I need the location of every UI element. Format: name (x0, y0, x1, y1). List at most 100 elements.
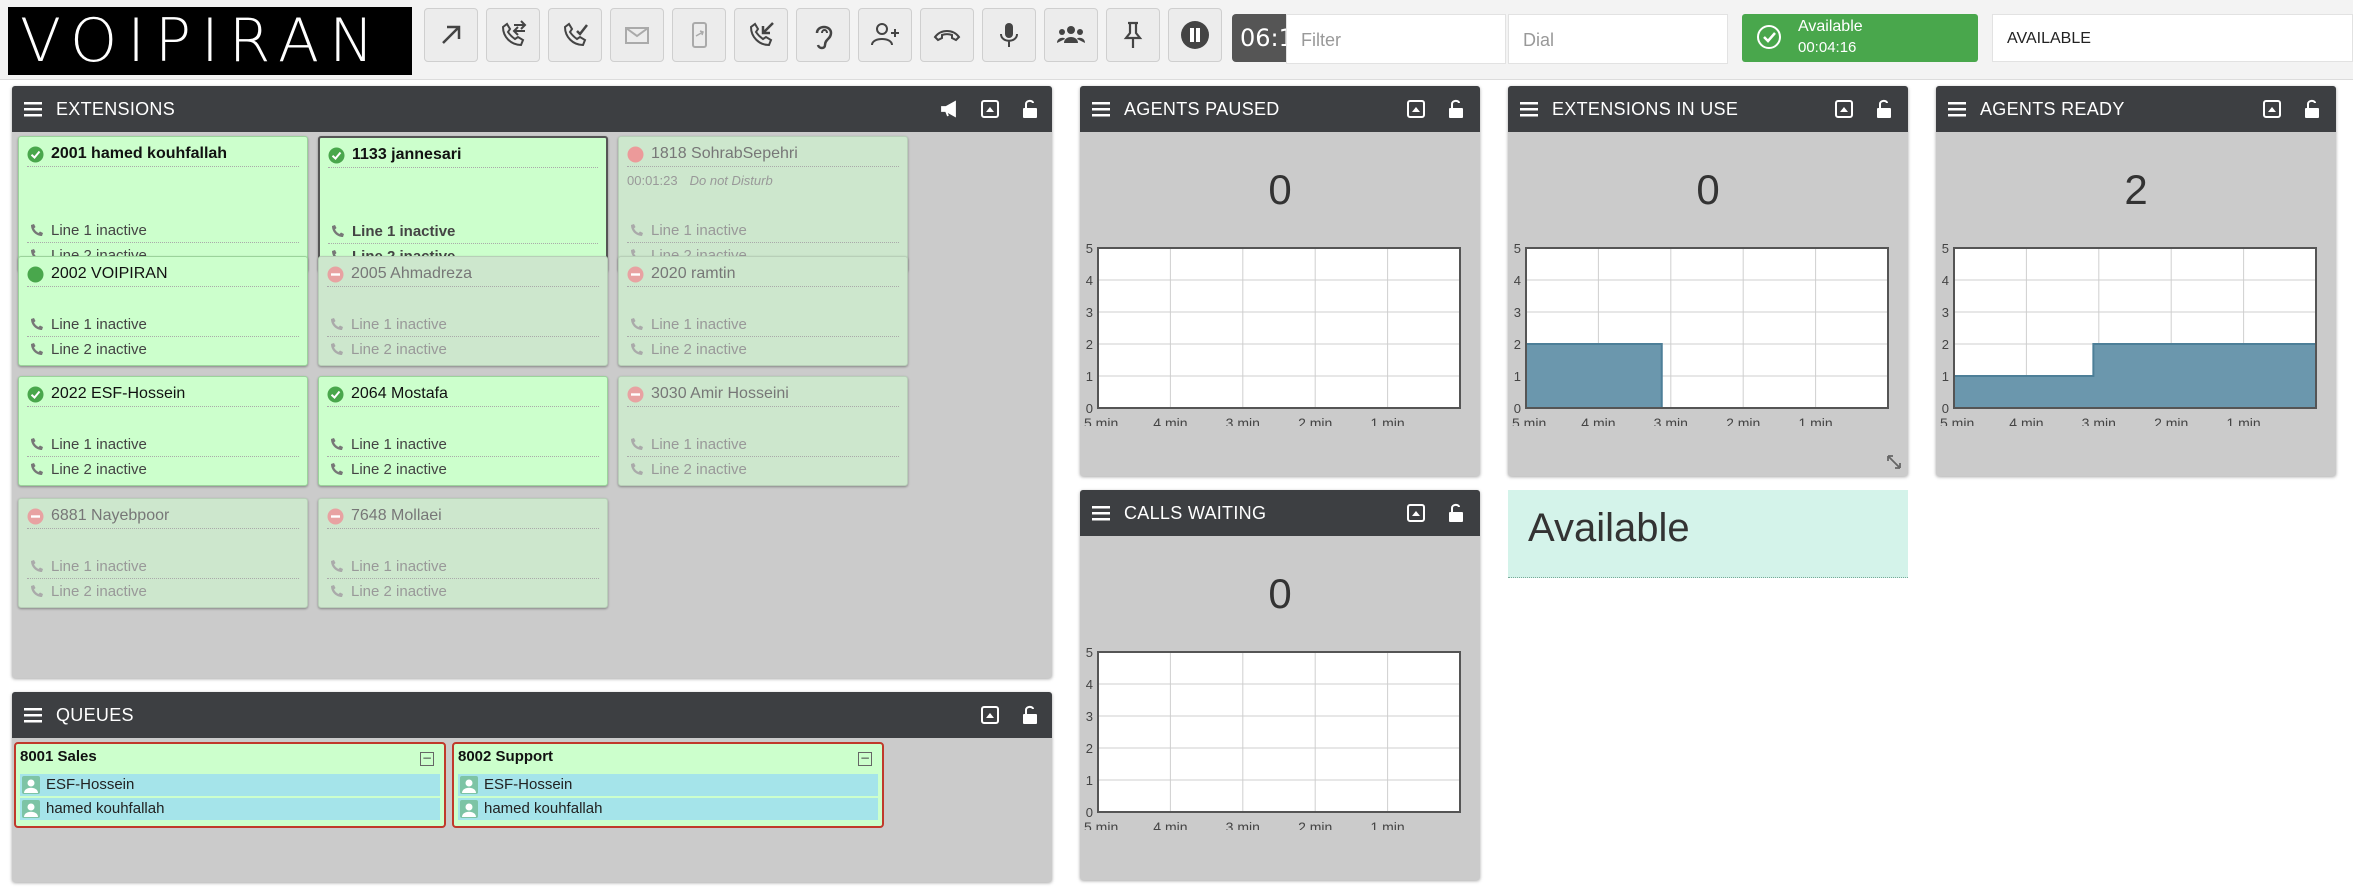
maximize-icon[interactable] (1406, 99, 1426, 119)
extension-card[interactable]: 2064 Mostafa Line 1 inactive Line 2 inacti… (318, 376, 608, 486)
phone-icon (331, 343, 343, 355)
attended-transfer-icon (563, 22, 588, 47)
unlock-icon[interactable] (1446, 503, 1466, 523)
extension-card[interactable]: 2002 VOIPIRAN Line 1 inactive Line 2 inact… (18, 256, 308, 366)
extension-card[interactable]: 2005 Ahmadreza Line 1 inactive Line 2 inac… (318, 256, 608, 366)
phone-icon (31, 463, 43, 475)
unlock-icon[interactable] (1020, 99, 1040, 119)
extension-card[interactable]: 3030 Amir Hosseini Line 1 inactive Line 2 … (618, 376, 908, 486)
pin-button[interactable] (1106, 8, 1160, 62)
menu-icon[interactable] (1092, 505, 1110, 521)
y-tick-label: 4 (1942, 273, 1949, 288)
extension-header: 1133 jannesari (328, 146, 598, 168)
y-tick-label: 2 (1942, 337, 1949, 352)
conference-user-button[interactable] (858, 8, 912, 62)
x-tick-label: 4 min (1153, 819, 1187, 830)
extensions-panel-header: EXTENSIONS (12, 86, 1052, 132)
x-tick-label: 1 min (1370, 415, 1404, 426)
listen-icon (815, 25, 833, 50)
offline-icon (327, 508, 344, 525)
extension-card[interactable]: 6881 Nayebpoor Line 1 inactive Line 2 inac… (18, 498, 308, 608)
extension-card[interactable]: 2022 ESF-Hossein Line 1 inactive Line 2 in… (18, 376, 308, 486)
status-select[interactable]: AVAILABLE (1992, 14, 2353, 62)
y-tick-label: 1 (1514, 369, 1521, 384)
pause-button[interactable] (1168, 8, 1222, 62)
queue-card[interactable]: 8002 Support − ESF-Hossein hamed kouhfal… (452, 742, 884, 828)
extension-name: 2020 ramtin (651, 265, 736, 282)
menu-icon[interactable] (24, 707, 42, 723)
agents-ready-chart: 0 1 2 3 4 5 5 min 4 min 3 min 2 min 1 min (1940, 241, 2317, 426)
listen-button[interactable] (796, 8, 850, 62)
line-status: Line 1 inactive (627, 433, 899, 457)
queue-agent[interactable]: hamed kouhfallah (458, 798, 878, 820)
minimize-icon[interactable]: − (858, 752, 872, 766)
agents-ready-panel: AGENTS READY 2 0 1 2 3 4 5 5 min 4 min 3 min 2 mi… (1936, 86, 2336, 476)
x-tick-label: 3 min (1654, 415, 1688, 426)
hangup-button[interactable] (920, 8, 974, 62)
unlock-icon[interactable] (1020, 705, 1040, 725)
microphone-button[interactable] (982, 8, 1036, 62)
extension-card[interactable]: 2001 hamed kouhfallahLine 1 inactiveLine… (18, 136, 308, 272)
dial-out-icon (442, 25, 461, 44)
menu-icon[interactable] (1948, 101, 1966, 117)
maximize-icon[interactable] (2262, 99, 2282, 119)
voipiran-logo: VOIPIRAN (8, 7, 412, 75)
extension-header: 2002 VOIPIRAN (27, 265, 299, 287)
maximize-icon[interactable] (980, 705, 1000, 725)
agent-status-button[interactable]: Available 00:04:16 (1742, 14, 1978, 62)
line-status: Line 1 inactive (627, 219, 899, 243)
mobile-icon (692, 22, 707, 48)
panel-header: CALLS WAITING (1080, 490, 1480, 536)
queue-agent[interactable]: hamed kouhfallah (20, 798, 440, 820)
voicemail-button[interactable] (610, 8, 664, 62)
maximize-icon[interactable] (980, 99, 1000, 119)
resize-handle-icon[interactable] (1886, 454, 1902, 470)
status-timer: 00:04:16 (1798, 39, 1857, 56)
minimize-icon[interactable]: − (420, 752, 434, 766)
dnd-dot-icon (627, 146, 644, 163)
group-button[interactable] (1044, 8, 1098, 62)
menu-icon[interactable] (1092, 101, 1110, 117)
queue-name: 8001 Sales (20, 748, 97, 765)
dial-out-button[interactable] (424, 8, 478, 62)
menu-icon[interactable] (1520, 101, 1538, 117)
dial-input[interactable]: Dial (1508, 14, 1728, 64)
queue-agent[interactable]: ESF-Hossein (458, 774, 878, 796)
unlock-icon[interactable] (1874, 99, 1894, 119)
stat-value: 2 (2124, 166, 2148, 213)
extension-header: 1818 SohrabSepehri (627, 145, 899, 167)
panel-title: EXTENSIONS (56, 99, 176, 119)
mobile-button[interactable] (672, 8, 726, 62)
phone-icon (31, 585, 43, 597)
unlock-icon[interactable] (1446, 99, 1466, 119)
extension-card[interactable]: 2020 ramtin Line 1 inactive Line 2 inactiv… (618, 256, 908, 366)
maximize-icon[interactable] (1834, 99, 1854, 119)
extension-header: 2005 Ahmadreza (327, 265, 599, 287)
user-icon (22, 800, 40, 818)
pickup-button[interactable] (734, 8, 788, 62)
extension-card[interactable]: 7648 Mollaei Line 1 inactive Line 2 inacti… (318, 498, 608, 608)
available-check-icon (27, 146, 44, 163)
attended-transfer-button[interactable] (548, 8, 602, 62)
extension-card[interactable]: 1133 jannesariLine 1 inactiveLine 2 inac… (318, 136, 608, 272)
x-tick-label: 4 min (1581, 415, 1615, 426)
extension-name: 1818 SohrabSepehri (651, 145, 798, 162)
filter-input[interactable]: Filter (1286, 14, 1506, 64)
x-tick-label: 5 min (1084, 819, 1118, 830)
line-status: Line 2 inactive (27, 338, 299, 362)
extension-header: 2022 ESF-Hossein (27, 385, 299, 407)
phone-icon (631, 343, 643, 355)
unlock-icon[interactable] (2302, 99, 2322, 119)
online-dot-icon (27, 266, 44, 283)
status-label: Available (1798, 18, 1863, 35)
phone-icon (31, 560, 43, 572)
availability-display: Available (1508, 490, 1908, 578)
x-tick-label: 1 min (2226, 415, 2260, 426)
maximize-icon[interactable] (1406, 503, 1426, 523)
queue-agent[interactable]: ESF-Hossein (20, 774, 440, 796)
transfer-button[interactable] (486, 8, 540, 62)
megaphone-icon[interactable] (940, 99, 960, 119)
extension-card[interactable]: 1818 SohrabSepehri 00:01:23 Do not Disturb… (618, 136, 908, 272)
menu-icon[interactable] (24, 101, 42, 117)
queue-card[interactable]: 8001 Sales − ESF-Hossein hamed kouhfalla… (14, 742, 446, 828)
